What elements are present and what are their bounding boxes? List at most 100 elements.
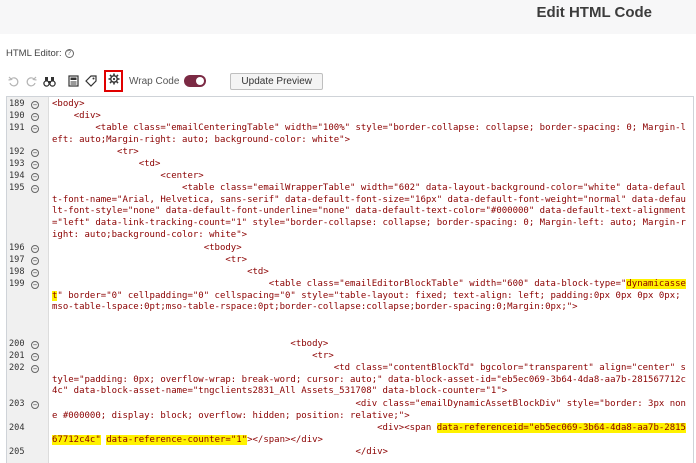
code-line[interactable]: 198− <td> (7, 267, 693, 279)
code-line[interactable]: 204 <div><span data-referenceid="eb5ec06… (7, 423, 693, 447)
code-line[interactable]: 194− <center> (7, 171, 693, 183)
code-token: <tbody> (52, 339, 329, 349)
update-preview-button[interactable]: Update Preview (230, 72, 323, 90)
code-text: <tr> (52, 147, 690, 159)
code-token: <tr> (52, 255, 248, 265)
code-line[interactable]: 195− <table class="emailWrapperTable" wi… (7, 183, 693, 243)
line-number: 204 (9, 423, 25, 433)
code-text: <table class="emailCenteringTable" width… (52, 123, 690, 146)
fold-toggle-icon[interactable]: − (31, 101, 39, 109)
code-text: <tr> (52, 255, 690, 267)
fold-toggle-icon[interactable]: − (31, 269, 39, 277)
code-token: <tr> (52, 147, 139, 157)
template-icon[interactable] (66, 74, 80, 88)
code-line[interactable]: 197− <tr> (7, 255, 693, 267)
fold-toggle-icon[interactable]: − (31, 353, 39, 361)
code-token: <center> (52, 171, 204, 181)
code-line[interactable]: 191− <table class="emailCenteringTable" … (7, 123, 693, 147)
code-text: <td> (52, 267, 690, 279)
fold-toggle-icon[interactable]: − (31, 401, 39, 409)
code-line[interactable]: 193− <td> (7, 159, 693, 171)
gear-icon (108, 72, 120, 90)
undo-icon[interactable] (6, 74, 20, 88)
code-token: <table class="emailWrapperTable" width="… (52, 183, 686, 240)
code-line[interactable]: 201− <tr> (7, 351, 693, 363)
line-number: 199 (9, 279, 25, 289)
binoculars-icon[interactable] (42, 74, 56, 88)
line-number: 203 (9, 399, 25, 409)
fold-toggle-icon[interactable]: − (31, 173, 39, 181)
code-line[interactable]: 202− <td class="contentBlockTd" bgcolor=… (7, 363, 693, 399)
line-number: 201 (9, 351, 25, 361)
code-token: ></span></div> (247, 434, 323, 445)
fold-toggle-icon[interactable]: − (31, 245, 39, 253)
line-number: 202 (9, 363, 25, 373)
fold-toggle-icon[interactable]: − (31, 341, 39, 349)
code-text: <div><span data-referenceid="eb5ec069-3b… (52, 423, 690, 446)
line-number: 192 (9, 147, 25, 157)
code-token: " border="0" cellpadding="0" cellspacing… (52, 290, 686, 313)
code-text: <table class="emailEditorBlockTable" wid… (52, 279, 690, 314)
code-text: <tbody> (52, 339, 690, 351)
wrap-code-label: Wrap Code (129, 75, 180, 87)
line-number: 195 (9, 183, 25, 193)
code-token: <div><span (52, 423, 437, 433)
html-editor-label: HTML Editor: ? (6, 48, 74, 59)
code-line[interactable]: 205 </div> (7, 447, 693, 459)
fold-toggle-icon[interactable]: − (31, 257, 39, 265)
line-number: 200 (9, 339, 25, 349)
line-number: 198 (9, 267, 25, 277)
editor-toolbar: Wrap Code Update Preview (6, 70, 326, 92)
code-line[interactable]: 196− <tbody> (7, 243, 693, 255)
code-text: <tr> (52, 351, 690, 363)
redo-icon[interactable] (24, 74, 38, 88)
settings-button-highlight[interactable] (104, 70, 123, 92)
code-line[interactable]: 190− <div> (7, 111, 693, 123)
code-text: <table class="emailWrapperTable" width="… (52, 183, 690, 242)
code-token: <body> (52, 99, 85, 109)
code-token: <td> (52, 267, 269, 277)
code-token: </div> (52, 447, 388, 457)
wrap-code-toggle[interactable] (184, 75, 207, 87)
fold-toggle-icon[interactable]: − (31, 281, 39, 289)
html-editor-label-text: HTML Editor: (6, 48, 62, 59)
code-text: <td> (52, 159, 690, 171)
line-number: 194 (9, 171, 25, 181)
tag-icon[interactable] (84, 74, 98, 88)
code-token: <div class="emailDynamicAssetBlockDiv" s… (52, 399, 686, 421)
code-text: <center> (52, 171, 690, 183)
code-token: <td class="contentBlockTd" bgcolor="tran… (52, 363, 686, 397)
code-token: <table class="emailCenteringTable" width… (52, 123, 686, 145)
info-icon[interactable]: ? (64, 49, 74, 58)
code-line[interactable]: 200− <tbody> (7, 339, 693, 351)
fold-toggle-icon[interactable]: − (31, 185, 39, 193)
code-line[interactable]: 189− <body> (7, 99, 693, 111)
code-text: <td class="contentBlockTd" bgcolor="tran… (52, 363, 690, 398)
code-line[interactable]: 192− <tr> (7, 147, 693, 159)
fold-toggle-icon[interactable]: − (31, 365, 39, 373)
code-text: </div> (52, 447, 690, 459)
code-text: <div class="emailDynamicAssetBlockDiv" s… (52, 399, 690, 422)
highlighted-token: data-reference-counter="1" (106, 434, 248, 445)
line-number: 189 (9, 99, 25, 109)
code-text: <tbody> (52, 243, 690, 255)
code-token: <div> (52, 111, 101, 121)
code-token: <table class="emailEditorBlockTable" wid… (52, 279, 627, 289)
fold-toggle-icon[interactable]: − (31, 149, 39, 157)
code-line[interactable]: 203− <div class="emailDynamicAssetBlockD… (7, 399, 693, 423)
line-number: 205 (9, 447, 25, 457)
code-line[interactable]: 199− <table class="emailEditorBlockTable… (7, 279, 693, 339)
line-number: 197 (9, 255, 25, 265)
line-number: 193 (9, 159, 25, 169)
code-token: <td> (52, 159, 161, 169)
fold-toggle-icon[interactable]: − (31, 113, 39, 121)
code-text: <div> (52, 111, 690, 123)
fold-toggle-icon[interactable]: − (31, 125, 39, 133)
code-token: <tr> (52, 351, 334, 361)
code-editor[interactable]: 189− <body> 190− <div> 191− <table class="e… (6, 96, 694, 463)
line-number: 196 (9, 243, 25, 253)
code-text: <body> (52, 99, 690, 111)
line-number: 191 (9, 123, 25, 133)
fold-toggle-icon[interactable]: − (31, 161, 39, 169)
code-token: <tbody> (52, 243, 242, 253)
